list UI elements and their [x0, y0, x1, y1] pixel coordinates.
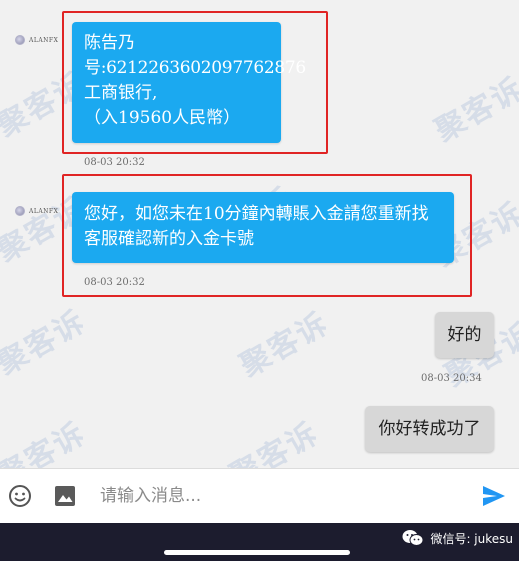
avatar — [15, 206, 25, 216]
contact-name: ALANFX — [29, 207, 59, 215]
wechat-watermark: 微信号: jukesu — [402, 529, 513, 547]
contact-name: ALANFX — [29, 36, 59, 44]
message-line: 工商银行, — [84, 83, 158, 103]
message-line: （入19560人民幣） — [84, 108, 241, 128]
watermark: 聚客诉 — [224, 415, 326, 468]
message-line: 客服確認新的入金卡號 — [84, 229, 254, 249]
outgoing-message-bubble[interactable]: 你好转成功了 — [365, 406, 494, 452]
watermark: 聚客诉 — [0, 303, 93, 383]
message-timestamp: 08-03 20:32 — [84, 157, 145, 168]
message-text: 你好转成功了 — [378, 419, 481, 439]
message-line: 号:6212263602097762876 — [84, 58, 306, 78]
message-input-bar — [0, 468, 519, 523]
message-line: 陈告乃 — [84, 33, 135, 53]
contact-avatar[interactable]: ALANFX — [15, 206, 58, 216]
incoming-message-bubble[interactable]: 您好，如您未在10分鐘內轉賬入金請您重新找 客服確認新的入金卡號 — [72, 192, 454, 263]
emoji-button[interactable] — [8, 484, 32, 508]
incoming-message-bubble[interactable]: 陈告乃 号:6212263602097762876 工商银行, （入19560人… — [72, 22, 306, 143]
message-timestamp: 08-03 20:32 — [84, 277, 145, 288]
message-input[interactable] — [100, 481, 460, 511]
message-line: 您好，如您未在10分鐘內轉賬入金請您重新找 — [84, 204, 429, 224]
chat-area[interactable]: 聚客诉 聚客诉 聚客诉 聚客诉 聚客诉 聚客诉 聚客诉 聚客诉 聚客诉 聚客诉 … — [0, 0, 519, 468]
outgoing-message-bubble[interactable]: 好的 — [435, 312, 494, 358]
send-icon — [483, 486, 505, 506]
home-indicator[interactable] — [164, 550, 350, 555]
message-text: 好的 — [447, 325, 482, 345]
send-button[interactable] — [481, 483, 507, 509]
message-timestamp: 08-03 20:34 — [421, 373, 482, 384]
wechat-label: 微信号: jukesu — [430, 531, 513, 546]
wechat-icon — [402, 530, 424, 546]
watermark: 聚客诉 — [234, 305, 336, 385]
watermark: 聚客诉 — [429, 70, 519, 150]
image-button[interactable] — [53, 484, 77, 508]
contact-avatar[interactable]: ALANFX — [15, 35, 58, 45]
emoji-icon — [9, 485, 31, 507]
watermark: 聚客诉 — [0, 415, 93, 468]
avatar — [15, 35, 25, 45]
image-icon — [55, 486, 75, 506]
home-bar: 微信号: jukesu — [0, 523, 519, 561]
